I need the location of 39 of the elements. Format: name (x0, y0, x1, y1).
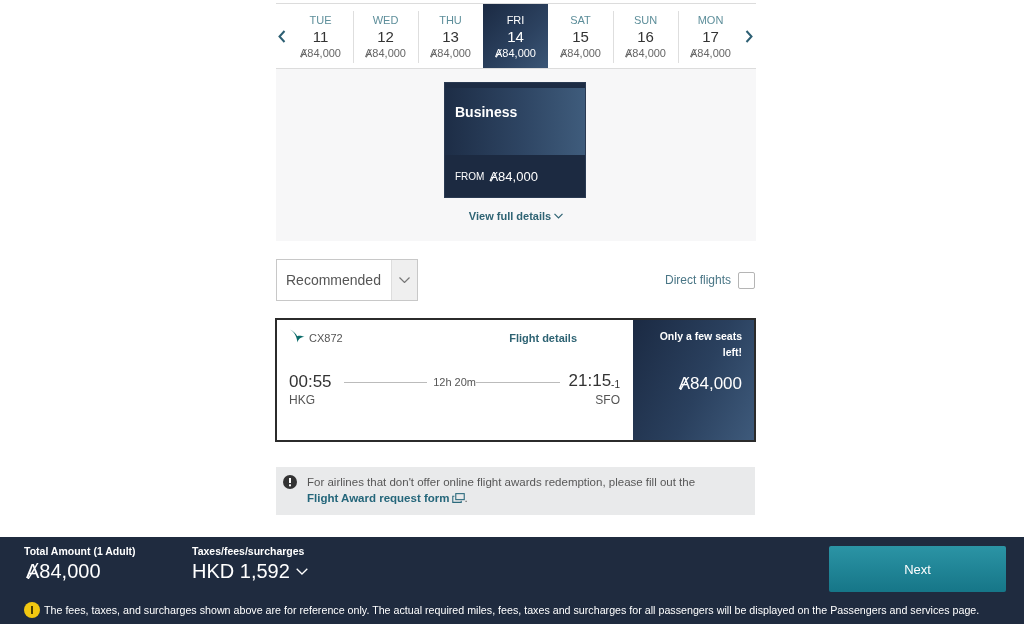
date-tab[interactable]: FRI 14 Ⱥ84,000 (483, 4, 548, 68)
wing-logo-icon (289, 329, 305, 343)
sort-dropdown[interactable]: Recommended (276, 259, 418, 301)
flight-details-link[interactable]: Flight details (509, 332, 577, 344)
disclaimer-text: The fees, taxes, and surcharges shown above are for reference only. The actual required miles, fees, taxes and surcharges for all passengers will be displayed on the Passengers and services page. (44, 604, 980, 616)
seat-availability-text: Only a few seats left! (658, 329, 742, 360)
direct-flights-checkbox[interactable] (738, 271, 755, 289)
chevron-left-icon[interactable] (278, 29, 286, 43)
arrival-time: 21:15$_{-1}$ (568, 371, 620, 392)
date-tab[interactable]: WED 12 Ⱥ84,000 (353, 4, 418, 68)
total-amount-value: Ⱥ84,000 (25, 559, 101, 584)
date-tab[interactable]: THU 13 Ⱥ84,000 (418, 4, 483, 68)
next-button[interactable]: Next (829, 546, 1006, 592)
chevron-down-icon (295, 567, 308, 575)
chevron-down-icon (554, 213, 564, 219)
view-full-details-link[interactable]: View full details (468, 209, 564, 223)
date-tab[interactable]: SUN 16 Ⱥ84,000 (613, 4, 678, 68)
fare-price: Ⱥ84,000 (678, 374, 742, 394)
direct-flights-label: Direct flights (664, 273, 731, 287)
warning-icon (24, 602, 40, 618)
new-window-icon (451, 493, 465, 503)
flight-duration: 12h 20m (433, 376, 476, 388)
flight-award-form-link[interactable]: Flight Award request form (307, 492, 465, 504)
date-tab[interactable]: SAT 15 Ⱥ84,000 (548, 4, 613, 68)
chevron-down-icon (399, 277, 410, 283)
arrival-airport: SFO (595, 393, 620, 408)
date-tab[interactable]: TUE 11 Ⱥ84,000 (288, 4, 353, 68)
taxes-toggle[interactable]: HKD 1,592 (192, 558, 308, 584)
departure-time: 00:55 (289, 372, 332, 392)
cabin-fare-card[interactable]: Business FROM Ⱥ84,000 (444, 82, 586, 198)
date-tab[interactable]: MON 17 Ⱥ84,000 (678, 4, 743, 68)
notice-text: For airlines that don't offer online flight awards redemption, please fill out the Flight Award request form . (307, 475, 697, 506)
total-amount-label: Total Amount (1 Adult) (24, 545, 136, 558)
fare-panel[interactable]: Only a few seats left! Ⱥ84,000 (633, 320, 754, 440)
taxes-label: Taxes/fees/surcharges (192, 545, 305, 558)
alert-icon (283, 475, 297, 489)
departure-airport: HKG (289, 393, 315, 408)
flight-number: CX872 (309, 332, 343, 344)
chevron-right-icon[interactable] (745, 29, 753, 43)
